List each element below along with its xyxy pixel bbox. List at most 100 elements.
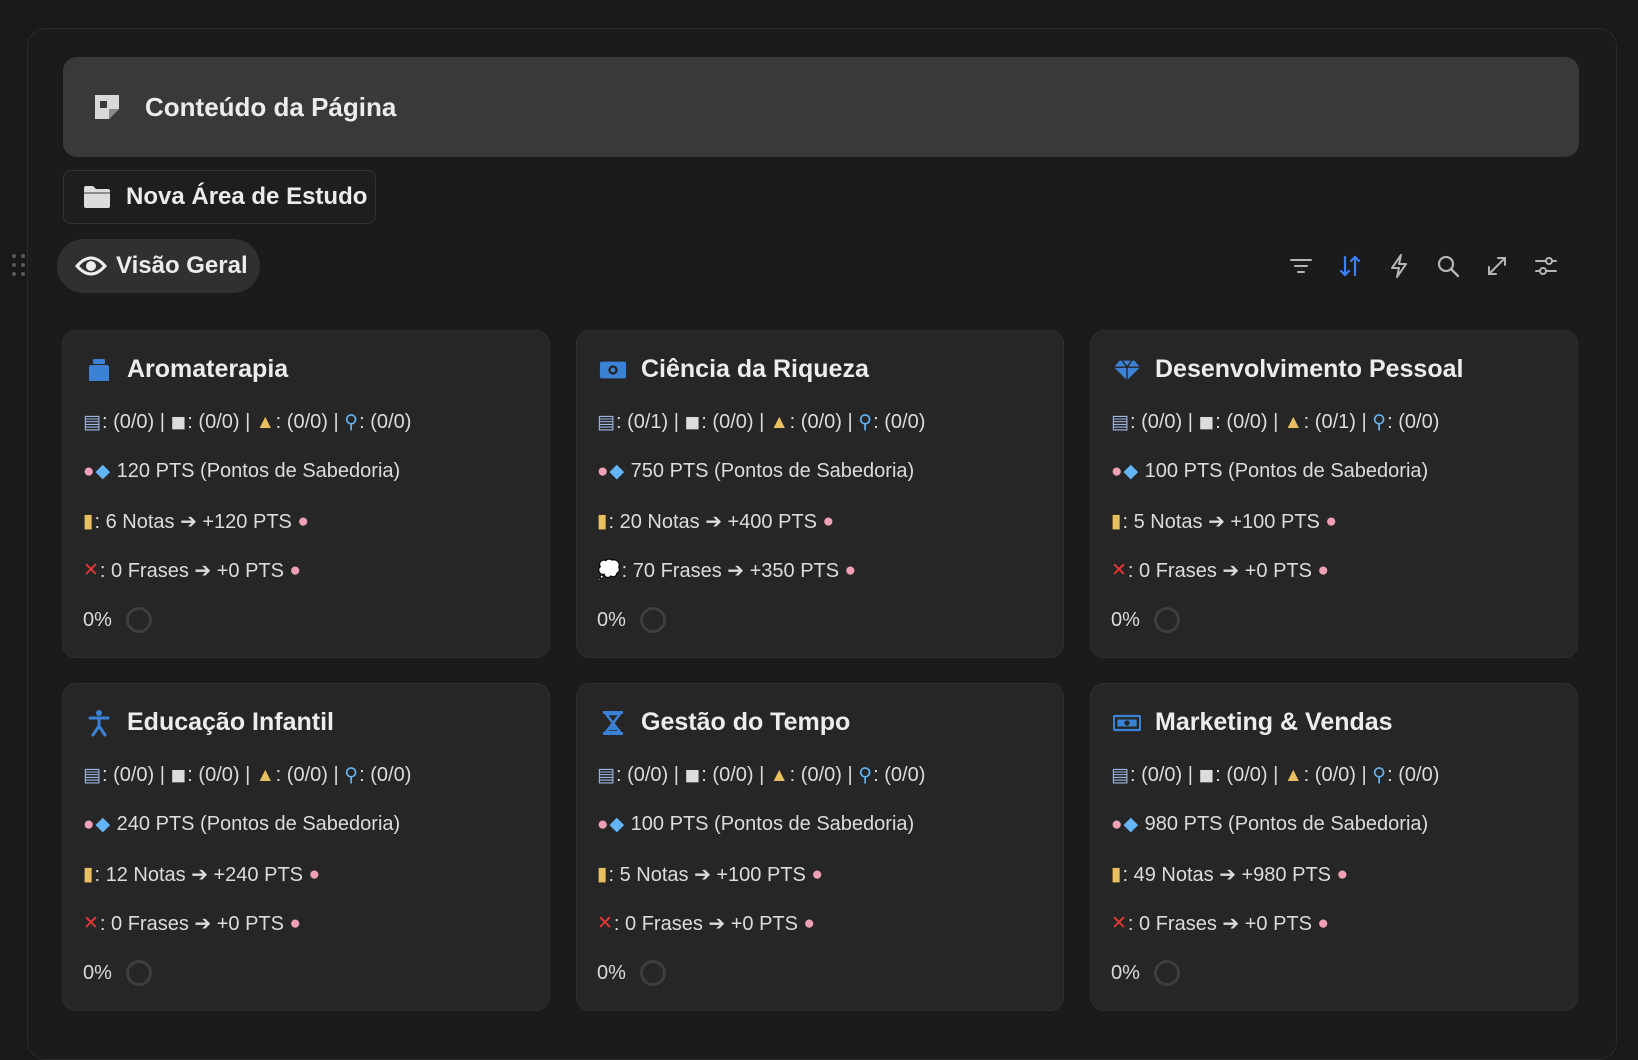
progress-value: 0% xyxy=(597,961,626,984)
ink-bottle-icon xyxy=(85,356,113,384)
settings-sliders-icon[interactable] xyxy=(1532,252,1559,279)
cash-register-icon xyxy=(1113,709,1141,737)
new-study-area-button[interactable]: Nova Área de Estudo xyxy=(63,170,376,224)
automation-icon[interactable] xyxy=(1385,252,1412,279)
card-title: Educação Infantil xyxy=(127,708,334,736)
brain-icon: ● xyxy=(297,511,309,532)
card-points: ● ◆ 120 PTS (Pontos de Sabedoria) xyxy=(83,460,401,482)
magnifier-icon: ⚲ xyxy=(344,765,359,786)
card-points: ● ◆ 980 PTS (Pontos de Sabedoria) xyxy=(1111,813,1429,835)
card-points: ● ◆ 100 PTS (Pontos de Sabedoria) xyxy=(597,813,915,835)
brain-icon: ● xyxy=(308,864,321,885)
brain-icon: ● xyxy=(803,913,816,934)
card-stats: ▤: (0/0) | ◼: (0/0) | ▲: (0/0) | ⚲: (0/0… xyxy=(597,764,926,786)
progress-ring xyxy=(1153,607,1180,633)
scroll-icon: ▮ xyxy=(83,864,94,885)
card-notes: ▮: 5 Notas ➔ +100 PTS ● xyxy=(1111,511,1337,533)
progress-ring xyxy=(1153,960,1180,986)
brain-icon: ● xyxy=(597,814,609,835)
card-title: Gestão do Tempo xyxy=(641,708,851,736)
books-icon: ▤ xyxy=(83,765,101,786)
scroll-icon: ▮ xyxy=(597,864,608,885)
card-progress: 0% xyxy=(83,607,152,633)
brain-icon: ● xyxy=(1111,461,1123,482)
books-icon: ▤ xyxy=(597,765,615,786)
brain-icon: ● xyxy=(289,913,302,934)
graduation-cap-icon: ▲ xyxy=(1283,412,1303,433)
scroll-icon: ▮ xyxy=(597,511,608,532)
progress-ring xyxy=(639,607,666,633)
card-title: Ciência da Riqueza xyxy=(641,355,869,383)
graduation-cap-icon: ▲ xyxy=(769,412,789,433)
study-area-card[interactable]: Ciência da Riqueza ▤: (0/1) | ◼: (0/0) |… xyxy=(576,330,1064,658)
page-content-callout: Conteúdo da Página xyxy=(63,57,1579,157)
study-area-card[interactable]: Aromaterapia ▤: (0/0) | ◼: (0/0) | ▲: (0… xyxy=(62,330,550,658)
brain-icon: ● xyxy=(1317,560,1330,581)
graduation-cap-icon: ▲ xyxy=(1283,765,1303,786)
new-study-area-label: Nova Área de Estudo xyxy=(126,183,368,210)
books-icon: ▤ xyxy=(597,412,615,433)
card-notes: ▮: 6 Notas ➔ +120 PTS ● xyxy=(83,511,309,533)
gem-icon: ◆ xyxy=(609,814,625,835)
view-toolbar xyxy=(1287,252,1559,279)
study-area-card[interactable]: Educação Infantil ▤: (0/0) | ◼: (0/0) | … xyxy=(62,683,550,1011)
filter-icon[interactable] xyxy=(1287,252,1314,279)
card-progress: 0% xyxy=(1111,607,1180,633)
books-icon: ▤ xyxy=(1111,412,1129,433)
card-title: Aromaterapia xyxy=(127,355,289,383)
brain-icon: ● xyxy=(1317,913,1330,934)
cross-icon: ✕ xyxy=(597,913,613,934)
magnifier-icon: ⚲ xyxy=(858,765,873,786)
cross-icon: ✕ xyxy=(1111,560,1127,581)
tab-overview[interactable]: Visão Geral xyxy=(57,239,260,293)
card-notes: ▮: 49 Notas ➔ +980 PTS ● xyxy=(1111,864,1349,886)
search-icon[interactable] xyxy=(1434,252,1461,279)
progress-value: 0% xyxy=(1111,961,1140,984)
scroll-icon: ▮ xyxy=(1111,864,1122,885)
card-phrases: ✕: 0 Frases ➔ +0 PTS ● xyxy=(1111,913,1330,935)
expand-icon[interactable] xyxy=(1483,252,1510,279)
cross-icon: ✕ xyxy=(83,560,99,581)
progress-value: 0% xyxy=(1111,608,1140,631)
ninja-icon: ◼ xyxy=(1198,412,1215,433)
tab-overview-label: Visão Geral xyxy=(116,252,248,279)
hourglass-icon xyxy=(599,709,627,737)
progress-ring xyxy=(639,960,666,986)
brain-icon: ● xyxy=(844,560,857,581)
money-icon xyxy=(599,356,627,384)
magnifier-icon: ⚲ xyxy=(344,412,359,433)
sort-icon[interactable] xyxy=(1336,252,1363,279)
drag-handle-icon[interactable] xyxy=(12,254,26,282)
card-points: ● ◆ 100 PTS (Pontos de Sabedoria) xyxy=(1111,460,1429,482)
brain-icon: ● xyxy=(83,461,95,482)
magnifier-icon: ⚲ xyxy=(1372,765,1387,786)
card-stats: ▤: (0/0) | ◼: (0/0) | ▲: (0/1) | ⚲: (0/0… xyxy=(1111,411,1440,433)
eye-icon xyxy=(75,255,107,277)
child-icon xyxy=(85,709,113,737)
card-notes: ▮: 20 Notas ➔ +400 PTS ● xyxy=(597,511,835,533)
ninja-icon: ◼ xyxy=(170,412,187,433)
magnifier-icon: ⚲ xyxy=(858,412,873,433)
study-area-card[interactable]: Desenvolvimento Pessoal ▤: (0/0) | ◼: (0… xyxy=(1090,330,1578,658)
card-points: ● ◆ 240 PTS (Pontos de Sabedoria) xyxy=(83,813,401,835)
graduation-cap-icon: ▲ xyxy=(255,765,275,786)
card-progress: 0% xyxy=(83,960,152,986)
ninja-icon: ◼ xyxy=(684,765,701,786)
scroll-icon: ▮ xyxy=(83,511,94,532)
study-area-card[interactable]: Gestão do Tempo ▤: (0/0) | ◼: (0/0) | ▲:… xyxy=(576,683,1064,1011)
brain-icon: ● xyxy=(811,864,823,885)
progress-value: 0% xyxy=(83,608,112,631)
scroll-icon: ▮ xyxy=(1111,511,1122,532)
card-progress: 0% xyxy=(1111,960,1180,986)
card-progress: 0% xyxy=(597,607,666,633)
brain-icon: ● xyxy=(1111,814,1123,835)
study-area-card[interactable]: Marketing & Vendas ▤: (0/0) | ◼: (0/0) |… xyxy=(1090,683,1578,1011)
card-points: ● ◆ 750 PTS (Pontos de Sabedoria) xyxy=(597,460,915,482)
brain-icon: ● xyxy=(289,560,302,581)
note-icon xyxy=(92,92,122,122)
card-stats: ▤: (0/0) | ◼: (0/0) | ▲: (0/0) | ⚲: (0/0… xyxy=(83,764,412,786)
progress-value: 0% xyxy=(83,961,112,984)
card-phrases: ✕: 0 Frases ➔ +0 PTS ● xyxy=(1111,560,1330,582)
gem-icon: ◆ xyxy=(609,461,625,482)
progress-value: 0% xyxy=(597,608,626,631)
